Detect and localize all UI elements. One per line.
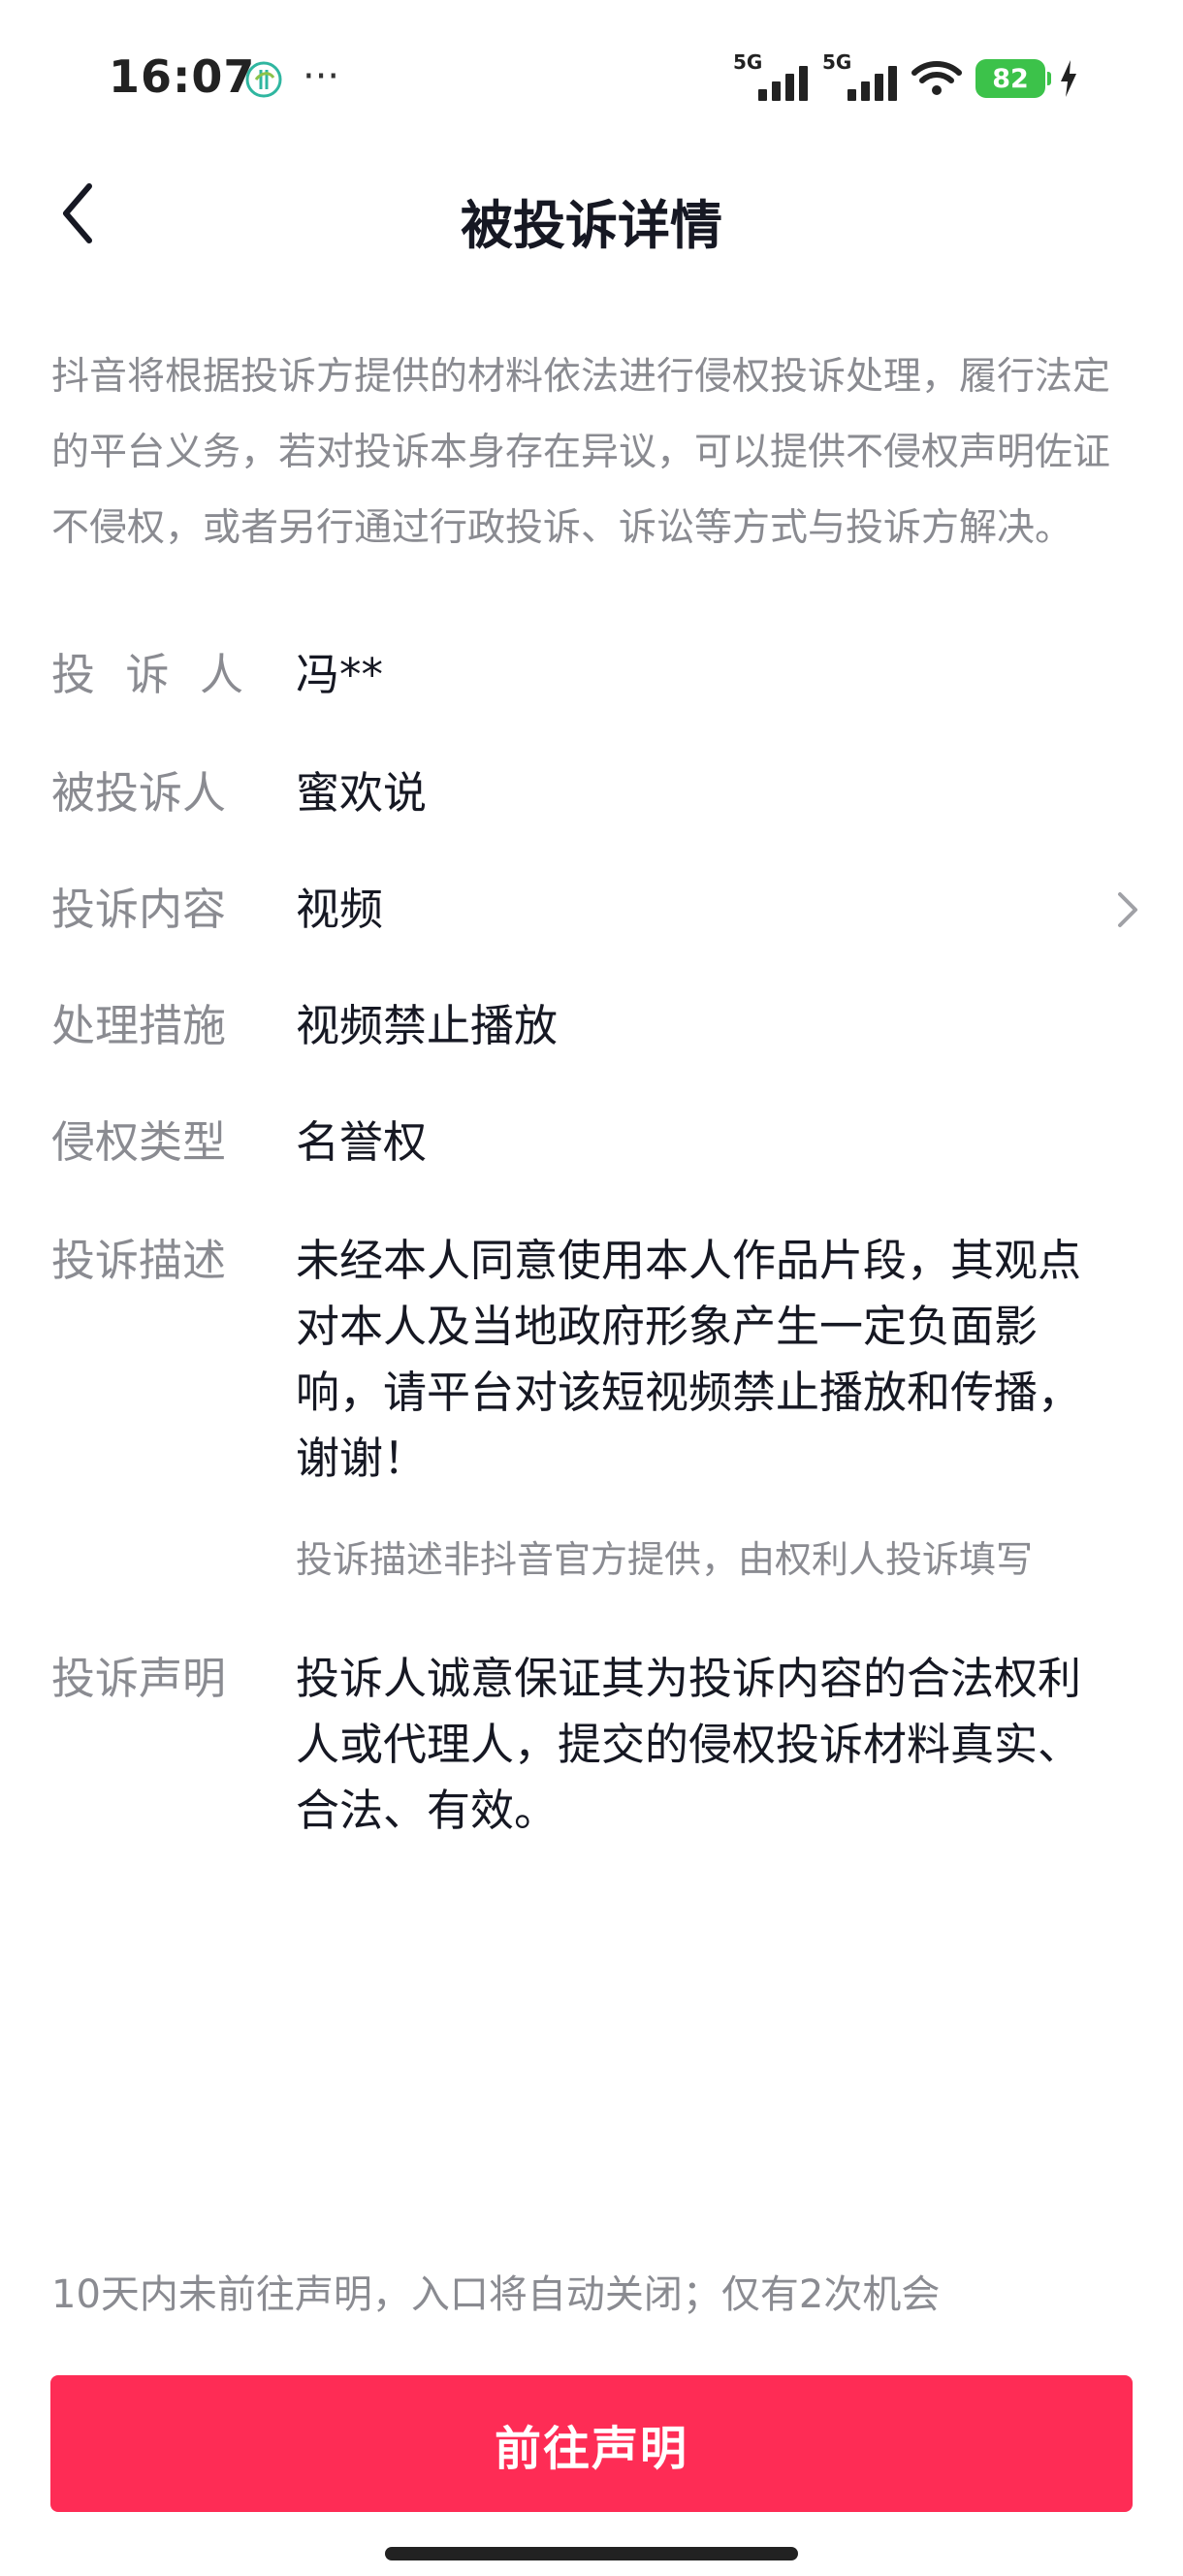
status-bar: 16:07 ··· 5G 5G 82: [0, 0, 1183, 155]
signal-icon: 5G: [733, 50, 809, 103]
battery-level: 82: [992, 63, 1029, 94]
description-value: 未经本人同意使用本人作品片段，其观点对本人及当地政府形象产生一定负面影响，请平台…: [296, 1235, 1082, 1484]
detail-row-content[interactable]: 投诉内容 视频: [51, 877, 1137, 943]
complainant-value: 冯**: [296, 649, 384, 700]
home-indicator[interactable]: [385, 2547, 798, 2560]
content-value: 视频: [296, 884, 384, 935]
wifi-icon: [911, 61, 962, 95]
infringement-type-value: 名誉权: [296, 1116, 428, 1168]
intro-text: 抖音将根据投诉方提供的材料依法进行侵权投诉处理，履行法定的平台义务，若对投诉本身…: [51, 355, 1111, 550]
statement-value: 投诉人诚意保证其为投诉内容的合法权利人或代理人，提交的侵权投诉材料真实、合法、有…: [296, 1653, 1082, 1836]
respondent-value: 蜜欢说: [296, 767, 428, 819]
status-more-icon: ···: [303, 54, 340, 99]
app-notification-icon: [245, 61, 282, 98]
measure-label: 处理措施: [51, 1000, 227, 1051]
complainant-label: 投 诉 人: [51, 649, 243, 700]
statement-label: 投诉声明: [51, 1653, 227, 1704]
respondent-label: 被投诉人: [51, 767, 227, 819]
status-indicators: 5G 5G 82: [733, 50, 1078, 103]
footer-note: 10天内未前往声明，入口将自动关闭；仅有2次机会: [51, 2272, 941, 2317]
description-note: 投诉描述非抖音官方提供，由权利人投诉填写: [296, 1538, 1034, 1581]
status-time: 16:07: [109, 50, 256, 103]
description-label: 投诉描述: [51, 1235, 227, 1286]
measure-value: 视频禁止播放: [296, 1000, 559, 1051]
infringement-type-label: 侵权类型: [51, 1116, 227, 1168]
charging-icon: [1061, 60, 1076, 97]
signal-icon: 5G: [822, 50, 898, 103]
battery-icon: 82: [975, 59, 1051, 98]
go-declare-button[interactable]: 前往声明: [50, 2375, 1133, 2512]
page-title: 被投诉详情: [461, 195, 722, 256]
content-label: 投诉内容: [51, 884, 227, 935]
chevron-right-icon: [1118, 892, 1137, 927]
nav-bar: 被投诉详情: [0, 155, 1183, 272]
